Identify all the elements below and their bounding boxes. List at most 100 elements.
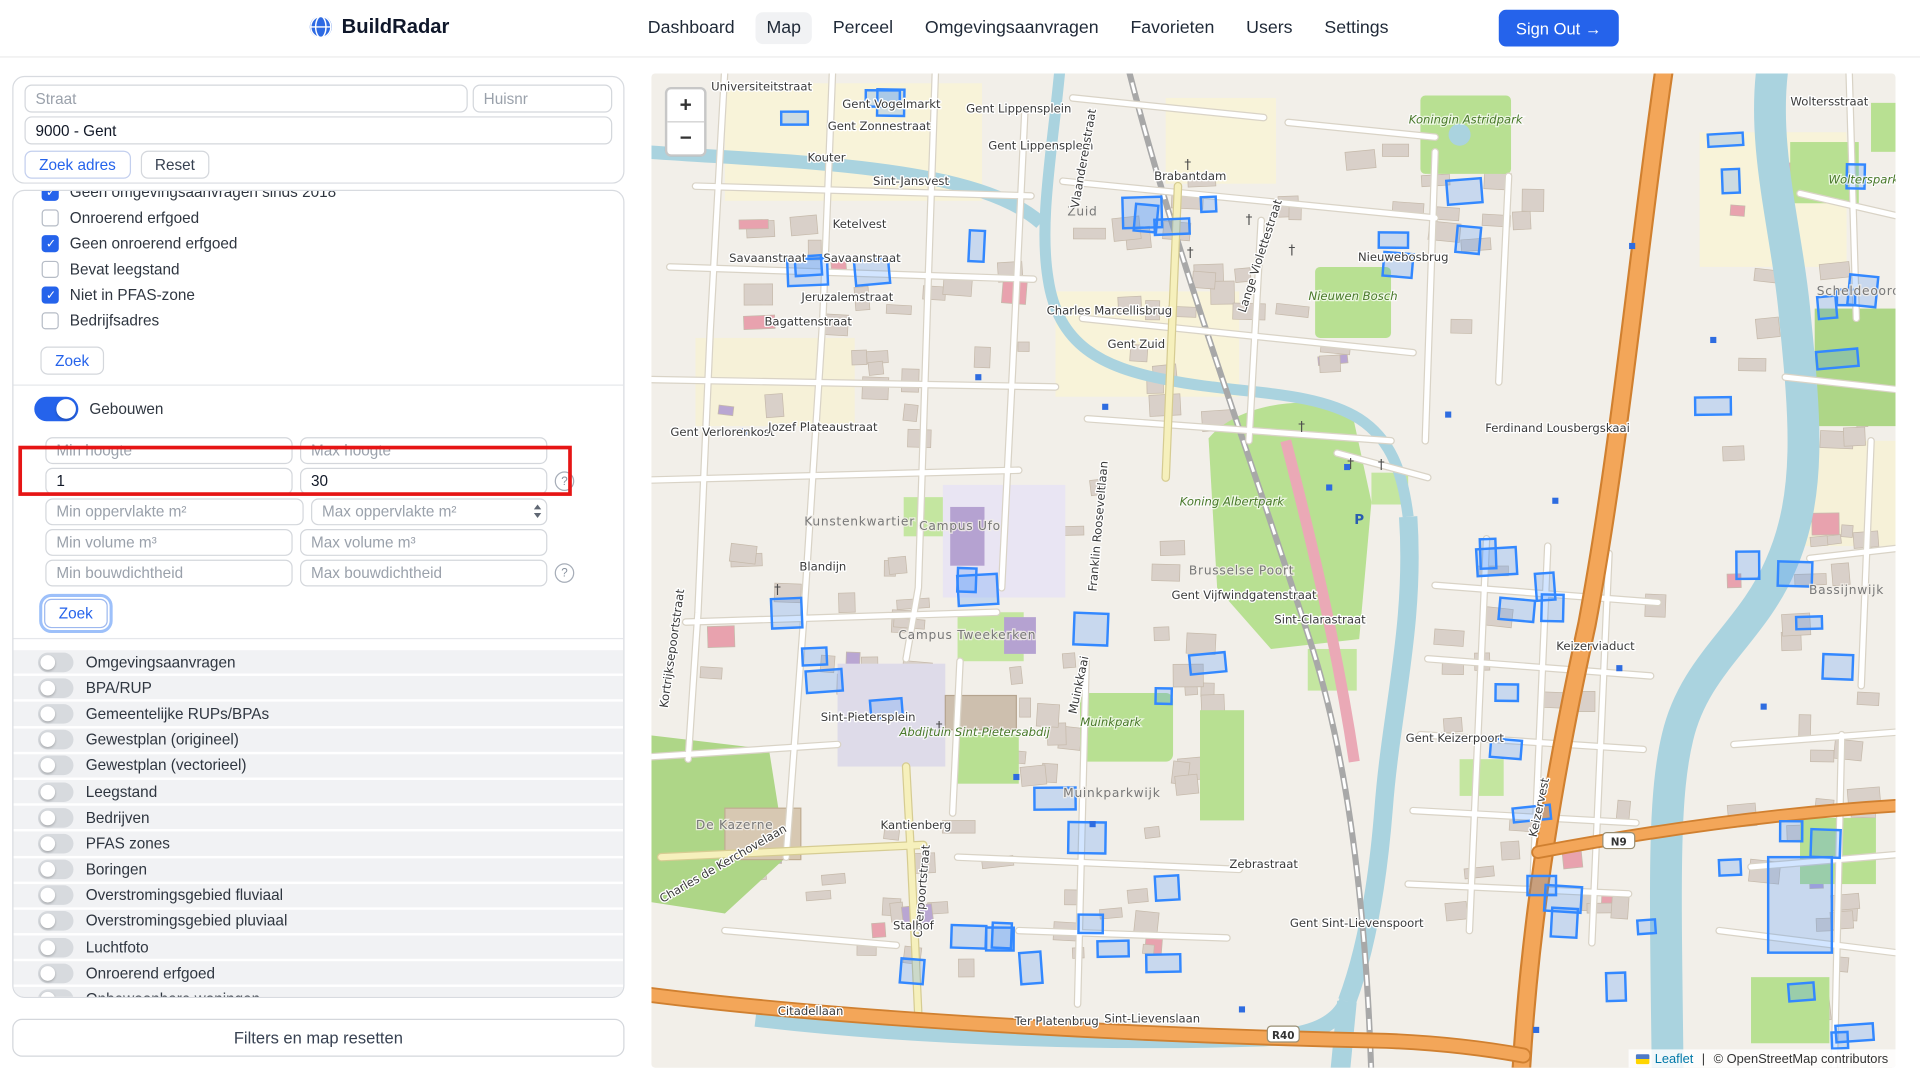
highlighted-building-polygon[interactable] [1722,169,1740,193]
max-oppervlakte-input[interactable] [311,498,547,525]
city-select[interactable] [24,116,612,144]
highlighted-building-polygon[interactable] [1788,982,1815,1001]
highlighted-building-polygon[interactable] [1768,857,1832,953]
layer-toggle-gewestplan-origineel[interactable] [38,730,74,750]
min-bouwdichtheid-input[interactable] [45,560,292,587]
highlighted-building-polygon[interactable] [1155,688,1171,704]
min-oppervlakte-input[interactable] [45,498,303,525]
highlighted-building-polygon[interactable] [1817,296,1837,319]
highlighted-building-polygon[interactable] [1695,397,1731,415]
highlighted-building-polygon[interactable] [1073,613,1108,646]
building-search-button[interactable]: Zoek [44,599,107,628]
highlighted-building-polygon[interactable] [1146,954,1180,972]
highlighted-building-polygon[interactable] [1541,594,1563,621]
nav-item-users[interactable]: Users [1235,12,1303,44]
layer-toggle-onroerend-erfgoed[interactable] [38,963,74,983]
highlighted-building-polygon[interactable] [1455,226,1481,254]
highlighted-building-polygon[interactable] [1078,915,1102,934]
max-volume-input[interactable] [300,529,547,556]
nav-item-omgevingsaanvragen[interactable]: Omgevingsaanvragen [914,12,1110,44]
bouwdichtheid-help-icon[interactable]: ? [555,563,575,583]
layer-toggle-bedrijven[interactable] [38,808,74,828]
highlighted-building-polygon[interactable] [1816,349,1859,370]
highlighted-building-polygon[interactable] [900,958,925,984]
checkbox-bevat-leegstand[interactable] [42,260,59,277]
highlighted-building-polygon[interactable] [1097,941,1128,957]
checkbox-bedrijfsadres[interactable] [42,312,59,329]
checkbox-geen-omgevingsaanvragen-sinds-2018[interactable] [42,190,59,200]
layer-toggle-overstromingsgebied-pluviaal[interactable] [38,912,74,932]
min-volume-input[interactable] [45,529,292,556]
reset-address-button[interactable]: Reset [140,151,209,179]
highlighted-building-polygon[interactable] [968,230,985,262]
highlighted-building-polygon[interactable] [1495,684,1518,701]
highlighted-building-polygon[interactable] [957,568,976,592]
nav-item-settings[interactable]: Settings [1313,12,1399,44]
highlighted-building-polygon[interactable] [1822,654,1853,680]
highlighted-building-polygon[interactable] [1796,616,1822,629]
layer-toggle-bpa-rup[interactable] [38,678,74,698]
layer-toggle-pfas-zones[interactable] [38,834,74,854]
housenumber-input[interactable] [473,84,613,112]
layer-toggle-overstromingsgebied-fluviaal[interactable] [38,886,74,906]
highlighted-building-polygon[interactable] [802,647,827,665]
layer-toggle-boringen[interactable] [38,860,74,880]
number-stepper-icon[interactable] [534,504,541,517]
highlighted-building-polygon[interactable] [1134,204,1159,233]
hoogte-help-icon[interactable]: ? [555,471,575,491]
checkbox-geen-onroerend-erfgoed[interactable] [42,234,59,251]
highlighted-building-polygon[interactable] [1719,859,1741,875]
highlighted-building-polygon[interactable] [1499,598,1536,622]
layer-toggle-onbewoonbare-woningen[interactable] [38,989,74,998]
highlighted-building-polygon[interactable] [1068,822,1106,853]
sign-out-button[interactable]: Sign Out → [1499,10,1619,47]
nav-item-dashboard[interactable]: Dashboard [637,12,746,44]
highlighted-building-polygon[interactable] [951,925,986,949]
highlighted-building-polygon[interactable] [1606,973,1626,1002]
filter-search-button[interactable]: Zoek [40,347,103,375]
max-bouwdichtheid-input[interactable] [300,560,547,587]
checkbox-niet-in-pfas-zone[interactable] [42,286,59,303]
highlighted-building-polygon[interactable] [1708,133,1744,147]
leaflet-link[interactable]: Leaflet [1655,1051,1694,1066]
highlighted-building-polygon[interactable] [1189,652,1226,674]
highlighted-building-polygon[interactable] [1810,829,1840,858]
highlighted-building-polygon[interactable] [986,928,1014,951]
highlighted-building-polygon[interactable] [1778,561,1813,586]
highlighted-building-polygon[interactable] [1019,952,1042,985]
min-hoogte-input[interactable] [45,437,292,464]
street-input[interactable] [24,84,467,112]
highlighted-building-polygon[interactable] [1835,1023,1873,1042]
highlighted-building-polygon[interactable] [771,598,802,629]
layer-toggle-luchtfoto[interactable] [38,938,74,958]
nav-item-favorieten[interactable]: Favorieten [1119,12,1225,44]
layer-toggle-leegstand[interactable] [38,782,74,802]
highlighted-building-polygon[interactable] [806,669,843,693]
map[interactable]: ††††††††† UniversiteitstraatGent Vogelma… [651,73,1895,1067]
layer-toggle-gewestplan-vectorieel[interactable] [38,756,74,776]
checkbox-onroerend-erfgoed[interactable] [42,209,59,226]
highlighted-building-polygon[interactable] [1201,197,1217,212]
min-hoogte-value-input[interactable] [45,468,292,495]
nav-item-perceel[interactable]: Perceel [822,12,904,44]
reset-filters-map-button[interactable]: Filters en map resetten [12,1019,624,1057]
highlighted-building-polygon[interactable] [1446,178,1482,205]
highlighted-building-polygon[interactable] [1155,875,1180,900]
layer-toggle-gemeentelijke-rups-bpas[interactable] [38,704,74,724]
highlighted-building-polygon[interactable] [1480,539,1497,569]
nav-item-map[interactable]: Map [755,12,812,44]
zoom-out-button[interactable]: − [667,121,704,154]
max-hoogte-input[interactable] [300,437,547,464]
building-footprint [739,219,768,229]
gebouwen-toggle[interactable] [34,397,78,421]
search-address-button[interactable]: Zoek adres [24,151,130,179]
highlighted-building-polygon[interactable] [1637,919,1656,934]
highlighted-building-polygon[interactable] [781,112,808,125]
highlighted-building-polygon[interactable] [1736,552,1759,579]
highlighted-building-polygon[interactable] [1780,821,1802,841]
layer-toggle-omgevingsaanvragen[interactable] [38,652,74,672]
zoom-in-button[interactable]: + [667,89,704,121]
highlighted-building-polygon[interactable] [1551,908,1578,938]
max-hoogte-value-input[interactable] [300,468,547,495]
highlighted-building-polygon[interactable] [1379,232,1408,247]
